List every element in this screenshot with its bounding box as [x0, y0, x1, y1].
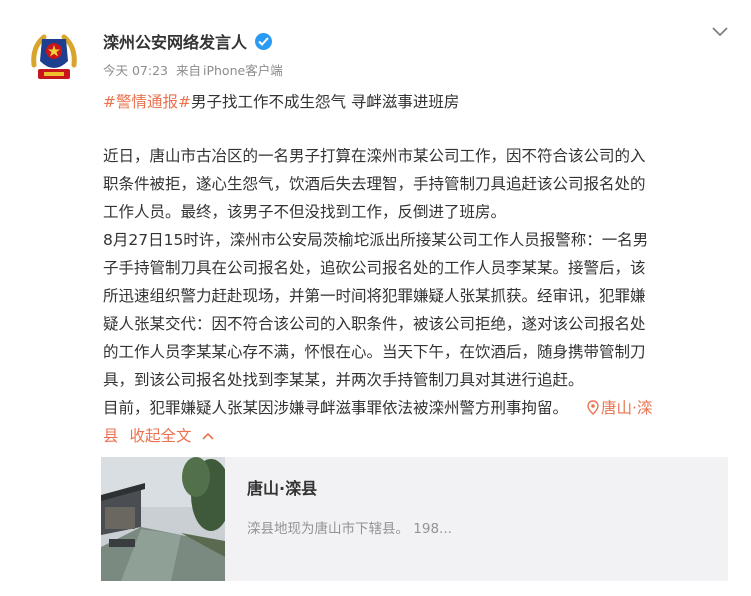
card-description: 滦县地现为唐山市下辖县。 198...	[247, 521, 452, 537]
card-title: 唐山·滦县	[247, 479, 318, 498]
body-line: 近日，唐山市古冶区的一名男子打算在滦州市某公司工作，因不符合该公司的入	[103, 147, 646, 165]
headline-line: #警情通报#男子找工作不成生怨气 寻衅滋事进班房	[103, 88, 733, 116]
post-source[interactable]: iPhone客户端	[203, 63, 283, 78]
location-text-2[interactable]: 县	[103, 427, 119, 445]
body-line: 疑人张某交代：因不符合该公司的入职条件，被该公司拒绝，遂对该公司报名处	[103, 315, 646, 333]
body-line: 的工作人员李某某心存不满，怀恨在心。当天下午，在饮酒后，随身携带管制刀	[103, 343, 646, 361]
body-line: 职条件被拒，遂心生怨气，饮酒后失去理智，手持管制刀具追赶该公司报名处的	[103, 175, 646, 193]
post-header: 滦州公安网络发言人 今天 07:23 来自 iPhone客户端	[103, 30, 287, 79]
location-link[interactable]: 唐山·滦	[587, 399, 652, 417]
location-thumbnail	[101, 457, 231, 581]
location-text-1: 唐山·滦	[600, 399, 653, 417]
body-line: 所迅速组织警力赶赴现场，并第一时间将犯罪嫌疑人张某抓获。经审讯，犯罪嫌	[103, 287, 646, 305]
avatar[interactable]	[22, 25, 86, 89]
post-headline: 男子找工作不成生怨气 寻衅滋事进班房	[190, 93, 460, 111]
location-card-body: 唐山·滦县 滦县地现为唐山市下辖县。 198...	[225, 457, 452, 581]
location-card[interactable]: 唐山·滦县 滦县地现为唐山市下辖县。 198...	[101, 457, 728, 581]
body-line: 具，到该公司报名处找到李某某，并两次手持管制刀具对其进行追赶。	[103, 371, 584, 389]
author-name[interactable]: 滦州公安网络发言人	[103, 29, 247, 53]
collapse-button[interactable]: 收起全文	[129, 427, 214, 445]
body-line: 工作人员。最终，该男子不但没找到工作，反倒进了班房。	[103, 203, 507, 221]
post-meta: 今天 07:23 来自 iPhone客户端	[103, 60, 287, 79]
body-line: 目前，犯罪嫌疑人张某因涉嫌寻衅滋事罪依法被滦州警方刑事拘留。 唐山·滦	[103, 394, 733, 422]
source-prefix: 来自	[175, 63, 201, 78]
chevron-down-icon[interactable]	[711, 24, 729, 38]
body-line: 8月27日15时许，滦州市公安局茨榆坨派出所接某公司工作人员报警称：一名男	[103, 231, 649, 249]
hashtag-link[interactable]: #警情通报#	[103, 93, 191, 111]
body-line: 子手持管制刀具在公司报名处，追砍公司报名处的工作人员李某某。接警后，该	[103, 259, 646, 277]
verified-badge-icon	[255, 32, 273, 50]
chevron-up-icon	[202, 432, 214, 440]
body-last-text: 目前，犯罪嫌疑人张某因涉嫌寻衅滋事罪依法被滦州警方刑事拘留。	[103, 399, 569, 417]
post-time[interactable]: 今天 07:23	[103, 63, 168, 78]
post-content: #警情通报#男子找工作不成生怨气 寻衅滋事进班房 近日，唐山市古冶区的一名男子打…	[103, 88, 733, 450]
location-pin-icon	[587, 400, 599, 415]
police-emblem-icon	[23, 26, 85, 88]
body-line: 县 收起全文	[103, 422, 733, 450]
collapse-label: 收起全文	[129, 427, 192, 445]
